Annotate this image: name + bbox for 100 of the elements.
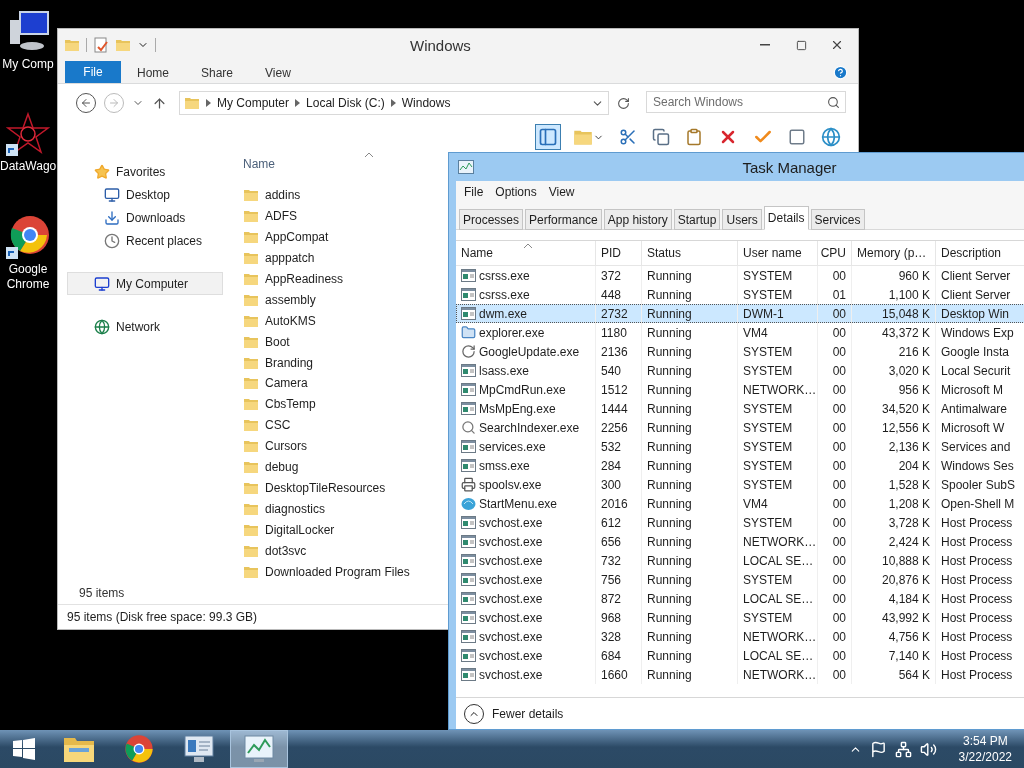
card-icon xyxy=(788,128,806,146)
column-header[interactable]: PID xyxy=(596,241,642,265)
folder-item[interactable]: apppatch xyxy=(243,247,315,269)
address-bar[interactable]: My Computer Local Disk (C:) Windows xyxy=(179,91,609,115)
folder-item[interactable]: AppCompat xyxy=(243,226,329,248)
process-row[interactable]: svchost.exe 756 Running SYSTEM 00 20,876 K Host Process xyxy=(456,570,1024,589)
ribbon-tab[interactable]: Share xyxy=(185,61,250,83)
process-row[interactable]: spoolsv.exe 300 Running SYSTEM 00 1,528 K Spooler SubS xyxy=(456,475,1024,494)
file-tab[interactable]: File xyxy=(65,61,121,83)
speaker-icon[interactable] xyxy=(919,740,937,758)
table-cell: 732 xyxy=(596,551,642,570)
search-field[interactable]: Search Windows xyxy=(646,91,846,113)
help-icon[interactable] xyxy=(833,64,848,80)
table-cell: 960 K xyxy=(852,266,936,285)
column-header[interactable]: Status xyxy=(642,241,738,265)
table-cell-text: Windows Exp xyxy=(940,324,1015,342)
folder-item[interactable]: Camera xyxy=(243,373,308,394)
folder-item[interactable]: DesktopTileResources xyxy=(243,477,386,499)
nav-item[interactable]: Desktop xyxy=(67,183,223,206)
column-header[interactable]: Name xyxy=(456,241,596,265)
window-icon xyxy=(461,269,476,282)
breadcrumb[interactable]: My Computer xyxy=(217,96,290,110)
table-cell: 2,424 K xyxy=(852,532,936,551)
up-button[interactable] xyxy=(152,95,167,111)
folder-item[interactable]: debug xyxy=(243,456,299,478)
folder-item[interactable]: addins xyxy=(243,184,301,206)
window-icon xyxy=(461,288,476,301)
network-icon[interactable] xyxy=(894,740,912,758)
process-row[interactable]: StartMenu.exe 2016 Running VM4 00 1,208 K Open-Shell M xyxy=(456,494,1024,513)
folder-item[interactable]: Downloaded Program Files xyxy=(243,561,410,583)
process-row[interactable]: svchost.exe 684 Running LOCAL SE… 00 7,140 K Host Process xyxy=(456,646,1024,665)
nav-item[interactable]: Recent places xyxy=(67,229,223,252)
process-row[interactable]: svchost.exe 1660 Running NETWORK… 00 564 K Host Process xyxy=(456,665,1024,684)
table-cell: Running xyxy=(642,646,738,665)
folder-item[interactable]: Cursors xyxy=(243,435,307,457)
tab[interactable]: Users xyxy=(722,209,762,230)
ribbon-tab[interactable]: Home xyxy=(121,61,185,83)
column-header[interactable]: Description xyxy=(936,241,1024,265)
table-cell: Running xyxy=(642,589,738,608)
tab[interactable]: Performance xyxy=(525,209,602,230)
process-row[interactable]: explorer.exe 1180 Running VM4 00 43,372 K Windows Exp xyxy=(456,323,1024,342)
process-row[interactable]: dwm.exe 2732 Running DWM-1 00 15,048 K Desktop Win xyxy=(456,304,1024,323)
column-header[interactable]: User name xyxy=(738,241,818,265)
folder-item[interactable]: CbsTemp xyxy=(243,393,316,415)
process-row[interactable]: MpCmdRun.exe 1512 Running NETWORK… 00 956 K Microsoft M xyxy=(456,380,1024,399)
desktop-icon-label[interactable]: Google Chrome xyxy=(0,262,56,292)
process-row[interactable]: csrss.exe 372 Running SYSTEM 00 960 K Client Server xyxy=(456,266,1024,285)
folder-item[interactable]: AppReadiness xyxy=(243,268,344,290)
process-row[interactable]: svchost.exe 732 Running LOCAL SE… 00 10,888 K Host Process xyxy=(456,551,1024,570)
process-row[interactable]: lsass.exe 540 Running SYSTEM 00 3,020 K Local Securit xyxy=(456,361,1024,380)
table-cell: SYSTEM xyxy=(738,266,818,285)
folder-item[interactable]: Branding xyxy=(243,352,314,374)
window-icon xyxy=(461,516,476,529)
desktop-icon-label[interactable]: My Comp xyxy=(0,57,56,72)
menu-item[interactable]: View xyxy=(544,185,579,199)
refresh-button[interactable] xyxy=(617,96,630,110)
table-cell: Running xyxy=(642,380,738,399)
ribbon-tab[interactable]: View xyxy=(249,61,307,83)
folder-item[interactable]: ADFS xyxy=(243,205,297,227)
fewer-details-button[interactable]: Fewer details xyxy=(464,703,564,724)
folder-item[interactable]: DigitalLocker xyxy=(243,519,335,541)
folder-item[interactable]: CSC xyxy=(243,414,291,436)
nav-item[interactable]: Favorites xyxy=(67,160,223,183)
process-row[interactable]: svchost.exe 656 Running NETWORK… 00 2,424 K Host Process xyxy=(456,532,1024,551)
tab[interactable]: Details xyxy=(763,206,809,230)
flag-icon[interactable] xyxy=(869,740,887,758)
folder-icon xyxy=(184,95,200,111)
folder-item[interactable]: diagnostics xyxy=(243,498,326,520)
folder-icon xyxy=(243,375,259,392)
column-header[interactable]: CPU xyxy=(818,241,852,265)
tab[interactable]: Services xyxy=(810,209,865,230)
folder-item[interactable]: dot3svc xyxy=(243,540,307,562)
folder-item[interactable]: AutoKMS xyxy=(243,310,316,332)
process-row[interactable]: SearchIndexer.exe 2256 Running SYSTEM 00 12,556 K Microsoft W xyxy=(456,418,1024,437)
chart-icon xyxy=(458,160,474,174)
desktop-icon-label[interactable]: DataWago xyxy=(0,159,56,174)
tab[interactable]: Startup xyxy=(673,209,721,230)
process-row[interactable]: services.exe 532 Running SYSTEM 00 2,136 K Services and xyxy=(456,437,1024,456)
process-row[interactable]: svchost.exe 328 Running NETWORK… 00 4,756 K Host Process xyxy=(456,627,1024,646)
table-cell: Running xyxy=(642,399,738,418)
folder-item[interactable]: assembly xyxy=(243,289,316,311)
column-header[interactable]: Name xyxy=(243,157,275,171)
nav-item[interactable]: Downloads xyxy=(67,206,223,229)
process-row[interactable]: svchost.exe 612 Running SYSTEM 00 3,728 K Host Process xyxy=(456,513,1024,532)
tab[interactable]: Processes xyxy=(459,209,524,230)
breadcrumb[interactable]: Windows xyxy=(401,96,451,110)
column-header[interactable]: Memory (p… xyxy=(852,241,936,265)
nav-item[interactable]: My Computer xyxy=(67,272,223,295)
menu-item[interactable]: File xyxy=(460,185,488,199)
nav-item[interactable]: Network xyxy=(67,315,223,338)
layout-button[interactable] xyxy=(535,124,561,150)
menu-item[interactable]: Options xyxy=(491,185,541,199)
breadcrumb[interactable]: Local Disk (C:) xyxy=(306,96,385,110)
process-row[interactable]: GoogleUpdate.exe 2136 Running SYSTEM 00 216 K Google Insta xyxy=(456,342,1024,361)
table-cell: SYSTEM xyxy=(738,475,818,494)
folder-item[interactable]: Boot xyxy=(243,331,290,353)
process-row[interactable]: smss.exe 284 Running SYSTEM 00 204 K Windows Ses xyxy=(456,456,1024,475)
properties-icon[interactable] xyxy=(93,37,109,53)
tab[interactable]: App history xyxy=(603,209,672,230)
process-row[interactable]: MsMpEng.exe 1444 Running SYSTEM 00 34,520 K Antimalware xyxy=(456,399,1024,418)
